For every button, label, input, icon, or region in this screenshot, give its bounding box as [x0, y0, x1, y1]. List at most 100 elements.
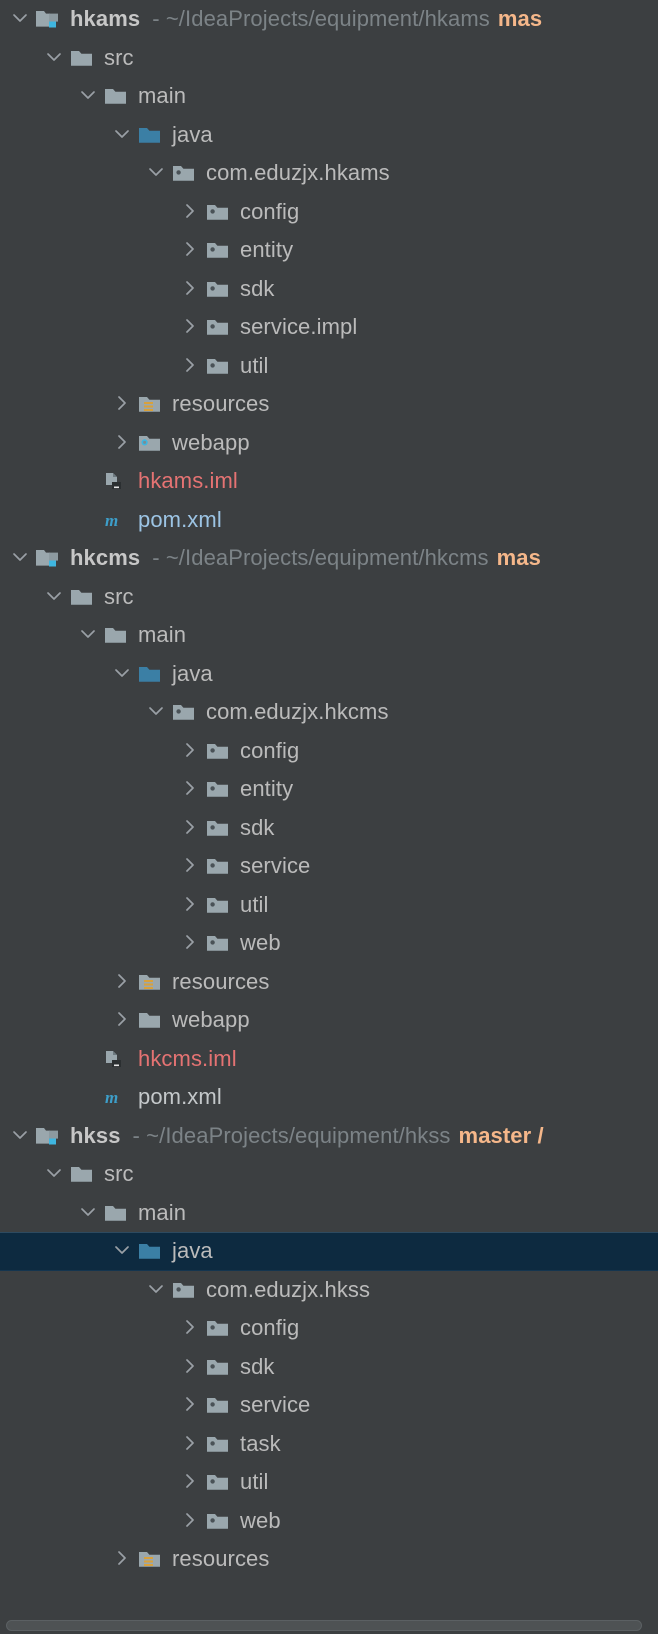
- tree-row[interactable]: hkss - ~/IdeaProjects/equipment/hkss maste…: [0, 1117, 658, 1156]
- tree-row[interactable]: com.eduzjx.hkams: [0, 154, 658, 193]
- tree-row[interactable]: src: [0, 1155, 658, 1194]
- resources-root-icon: [136, 969, 166, 995]
- tree-row[interactable]: config: [0, 1309, 658, 1348]
- chevron-right-icon[interactable]: [178, 193, 204, 231]
- chevron-right-icon[interactable]: [178, 770, 204, 808]
- chevron-right-icon[interactable]: [178, 1502, 204, 1540]
- tree-row[interactable]: m pom.xml: [0, 501, 658, 540]
- tree-row[interactable]: java: [0, 116, 658, 155]
- tree-row[interactable]: webapp: [0, 1001, 658, 1040]
- chevron-right-icon[interactable]: [178, 231, 204, 269]
- tree-row[interactable]: java: [0, 1232, 658, 1271]
- chevron-right-icon[interactable]: [178, 847, 204, 885]
- tree-row[interactable]: hkams.iml: [0, 462, 658, 501]
- chevron-down-icon[interactable]: [8, 1117, 34, 1155]
- scrollbar-thumb[interactable]: [6, 1620, 642, 1631]
- chevron-down-icon[interactable]: [76, 1194, 102, 1232]
- chevron-right-icon[interactable]: [178, 886, 204, 924]
- tree-row[interactable]: web: [0, 924, 658, 963]
- tree-row-label: java: [172, 1238, 213, 1264]
- tree-row-label: src: [104, 44, 134, 70]
- tree-row[interactable]: main: [0, 616, 658, 655]
- tree-row[interactable]: config: [0, 193, 658, 232]
- source-root-icon: [136, 122, 166, 148]
- tree-row[interactable]: com.eduzjx.hkcms: [0, 693, 658, 732]
- tree-row[interactable]: sdk: [0, 1348, 658, 1387]
- tree-row[interactable]: entity: [0, 231, 658, 270]
- chevron-right-icon[interactable]: [110, 1540, 136, 1578]
- tree-row[interactable]: src: [0, 39, 658, 78]
- tree-row[interactable]: resources: [0, 963, 658, 1002]
- chevron-down-icon[interactable]: [110, 116, 136, 154]
- chevron-down-icon[interactable]: [42, 1155, 68, 1193]
- tree-row[interactable]: task: [0, 1425, 658, 1464]
- tree-row[interactable]: config: [0, 732, 658, 771]
- chevron-down-icon[interactable]: [144, 154, 170, 192]
- tree-row[interactable]: sdk: [0, 809, 658, 848]
- package-icon: [204, 1392, 234, 1418]
- tree-row[interactable]: webapp: [0, 424, 658, 463]
- tree-row[interactable]: resources: [0, 1540, 658, 1579]
- project-tree[interactable]: hkams - ~/IdeaProjects/equipment/hkams mas…: [0, 0, 658, 1634]
- folder-icon: [102, 1200, 132, 1226]
- tree-row[interactable]: hkcms.iml: [0, 1040, 658, 1079]
- chevron-down-icon[interactable]: [76, 616, 102, 654]
- tree-row[interactable]: hkcms - ~/IdeaProjects/equipment/hkcms mas: [0, 539, 658, 578]
- tree-row[interactable]: util: [0, 347, 658, 386]
- chevron-right-icon[interactable]: [178, 1463, 204, 1501]
- chevron-right-icon[interactable]: [178, 924, 204, 962]
- package-icon: [204, 1354, 234, 1380]
- chevron-down-icon[interactable]: [110, 1232, 136, 1270]
- tree-row[interactable]: main: [0, 77, 658, 116]
- chevron-down-icon[interactable]: [8, 0, 34, 38]
- tree-row[interactable]: entity: [0, 770, 658, 809]
- chevron-right-icon[interactable]: [110, 1001, 136, 1039]
- tree-row[interactable]: src: [0, 578, 658, 617]
- chevron-down-icon[interactable]: [42, 578, 68, 616]
- tree-row[interactable]: service: [0, 1386, 658, 1425]
- chevron-right-icon[interactable]: [178, 308, 204, 346]
- tree-row[interactable]: service.impl: [0, 308, 658, 347]
- chevron-right-icon[interactable]: [178, 347, 204, 385]
- tree-row[interactable]: sdk: [0, 270, 658, 309]
- tree-row[interactable]: m pom.xml: [0, 1078, 658, 1117]
- chevron-right-icon[interactable]: [178, 1425, 204, 1463]
- chevron-right-icon[interactable]: [178, 1386, 204, 1424]
- tree-row[interactable]: main: [0, 1194, 658, 1233]
- chevron-right-icon[interactable]: [178, 1348, 204, 1386]
- chevron-down-icon[interactable]: [8, 539, 34, 577]
- chevron-down-icon[interactable]: [110, 655, 136, 693]
- tree-row[interactable]: resources: [0, 385, 658, 424]
- chevron-down-icon[interactable]: [42, 39, 68, 77]
- tree-row[interactable]: web: [0, 1502, 658, 1541]
- chevron-right-icon[interactable]: [110, 424, 136, 462]
- svg-text:m: m: [105, 511, 118, 530]
- chevron-right-icon[interactable]: [178, 270, 204, 308]
- tree-row[interactable]: util: [0, 1463, 658, 1502]
- package-icon: [204, 892, 234, 918]
- chevron-right-icon[interactable]: [178, 732, 204, 770]
- chevron-down-icon[interactable]: [144, 1271, 170, 1309]
- tree-row[interactable]: com.eduzjx.hkss: [0, 1271, 658, 1310]
- tree-row-label: hkcms: [70, 545, 141, 571]
- tree-row[interactable]: hkams - ~/IdeaProjects/equipment/hkams mas: [0, 0, 658, 39]
- tree-row-label: sdk: [240, 1353, 275, 1379]
- package-icon: [204, 1315, 234, 1341]
- chevron-right-icon[interactable]: [178, 1309, 204, 1347]
- tree-row[interactable]: service: [0, 847, 658, 886]
- chevron-right-icon[interactable]: [110, 963, 136, 1001]
- tree-row-label: pom.xml: [138, 506, 222, 532]
- tree-row[interactable]: java: [0, 655, 658, 694]
- svg-text:m: m: [105, 1088, 118, 1107]
- horizontal-scrollbar[interactable]: [0, 1616, 658, 1634]
- package-icon: [204, 930, 234, 956]
- chevron-right-icon[interactable]: [110, 385, 136, 423]
- chevron-right-icon[interactable]: [178, 809, 204, 847]
- chevron-down-icon[interactable]: [144, 693, 170, 731]
- maven-pom-icon: m: [102, 1084, 132, 1110]
- tree-row-label: resources: [172, 1546, 270, 1572]
- chevron-down-icon[interactable]: [76, 77, 102, 115]
- tree-row[interactable]: util: [0, 886, 658, 925]
- tree-row-label: entity: [240, 776, 294, 802]
- no-chevron-spacer: [76, 1040, 102, 1078]
